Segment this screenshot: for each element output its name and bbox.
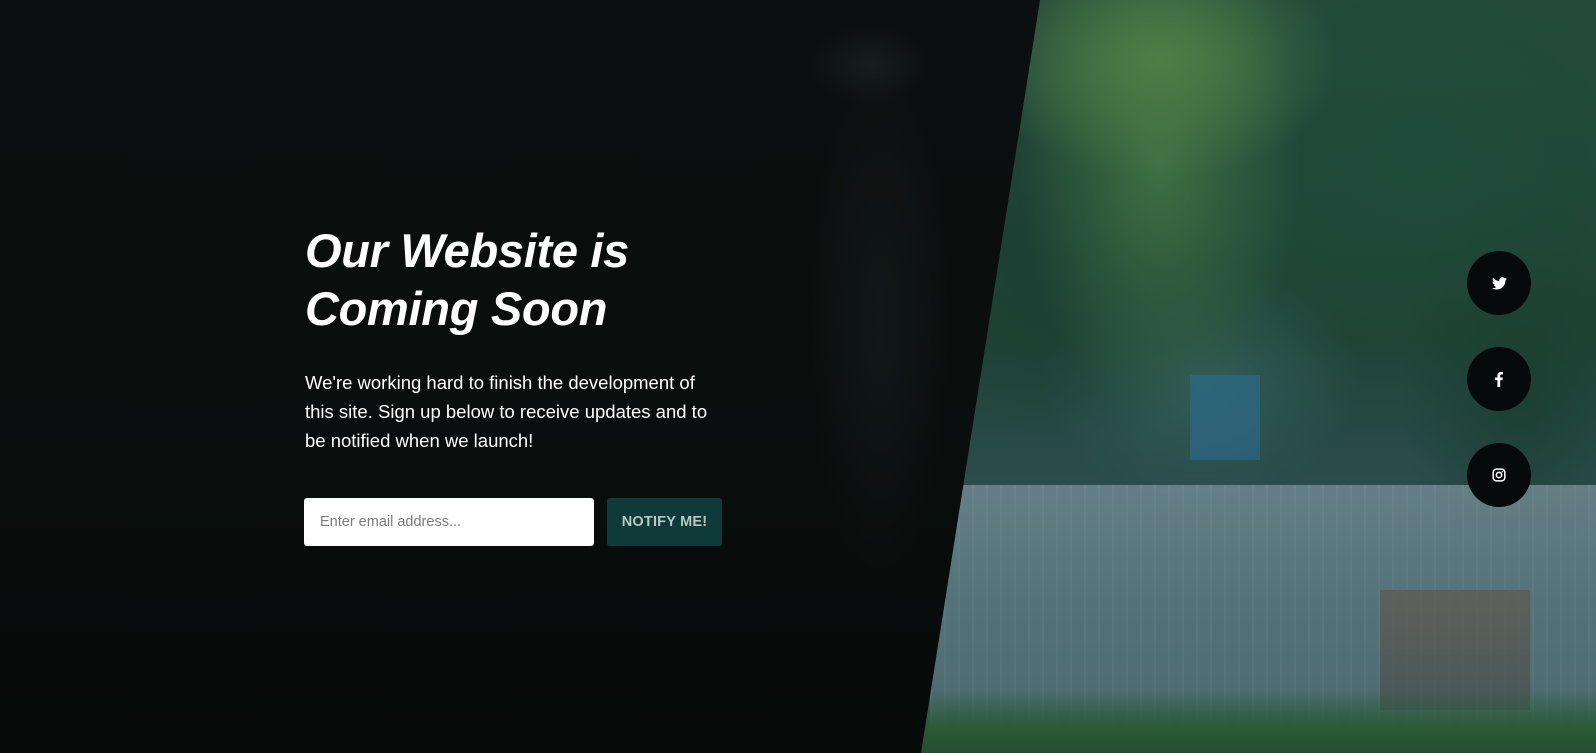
email-input[interactable] [304,498,594,546]
instagram-icon [1492,468,1506,482]
social-links [1467,251,1531,507]
notify-me-button[interactable]: NOTIFY ME! [607,498,722,546]
twitter-icon [1491,276,1507,290]
facebook-link[interactable] [1467,347,1531,411]
twitter-link[interactable] [1467,251,1531,315]
facebook-icon [1495,371,1503,387]
instagram-link[interactable] [1467,443,1531,507]
page-title: Our Website is Coming Soon [305,224,630,335]
page-description: We're working hard to finish the develop… [305,372,708,451]
hero-content: Our Website is Coming Soon We're working… [305,222,745,455]
background-treeline [900,690,1596,753]
notify-signup-form: NOTIFY ME! [304,498,722,546]
